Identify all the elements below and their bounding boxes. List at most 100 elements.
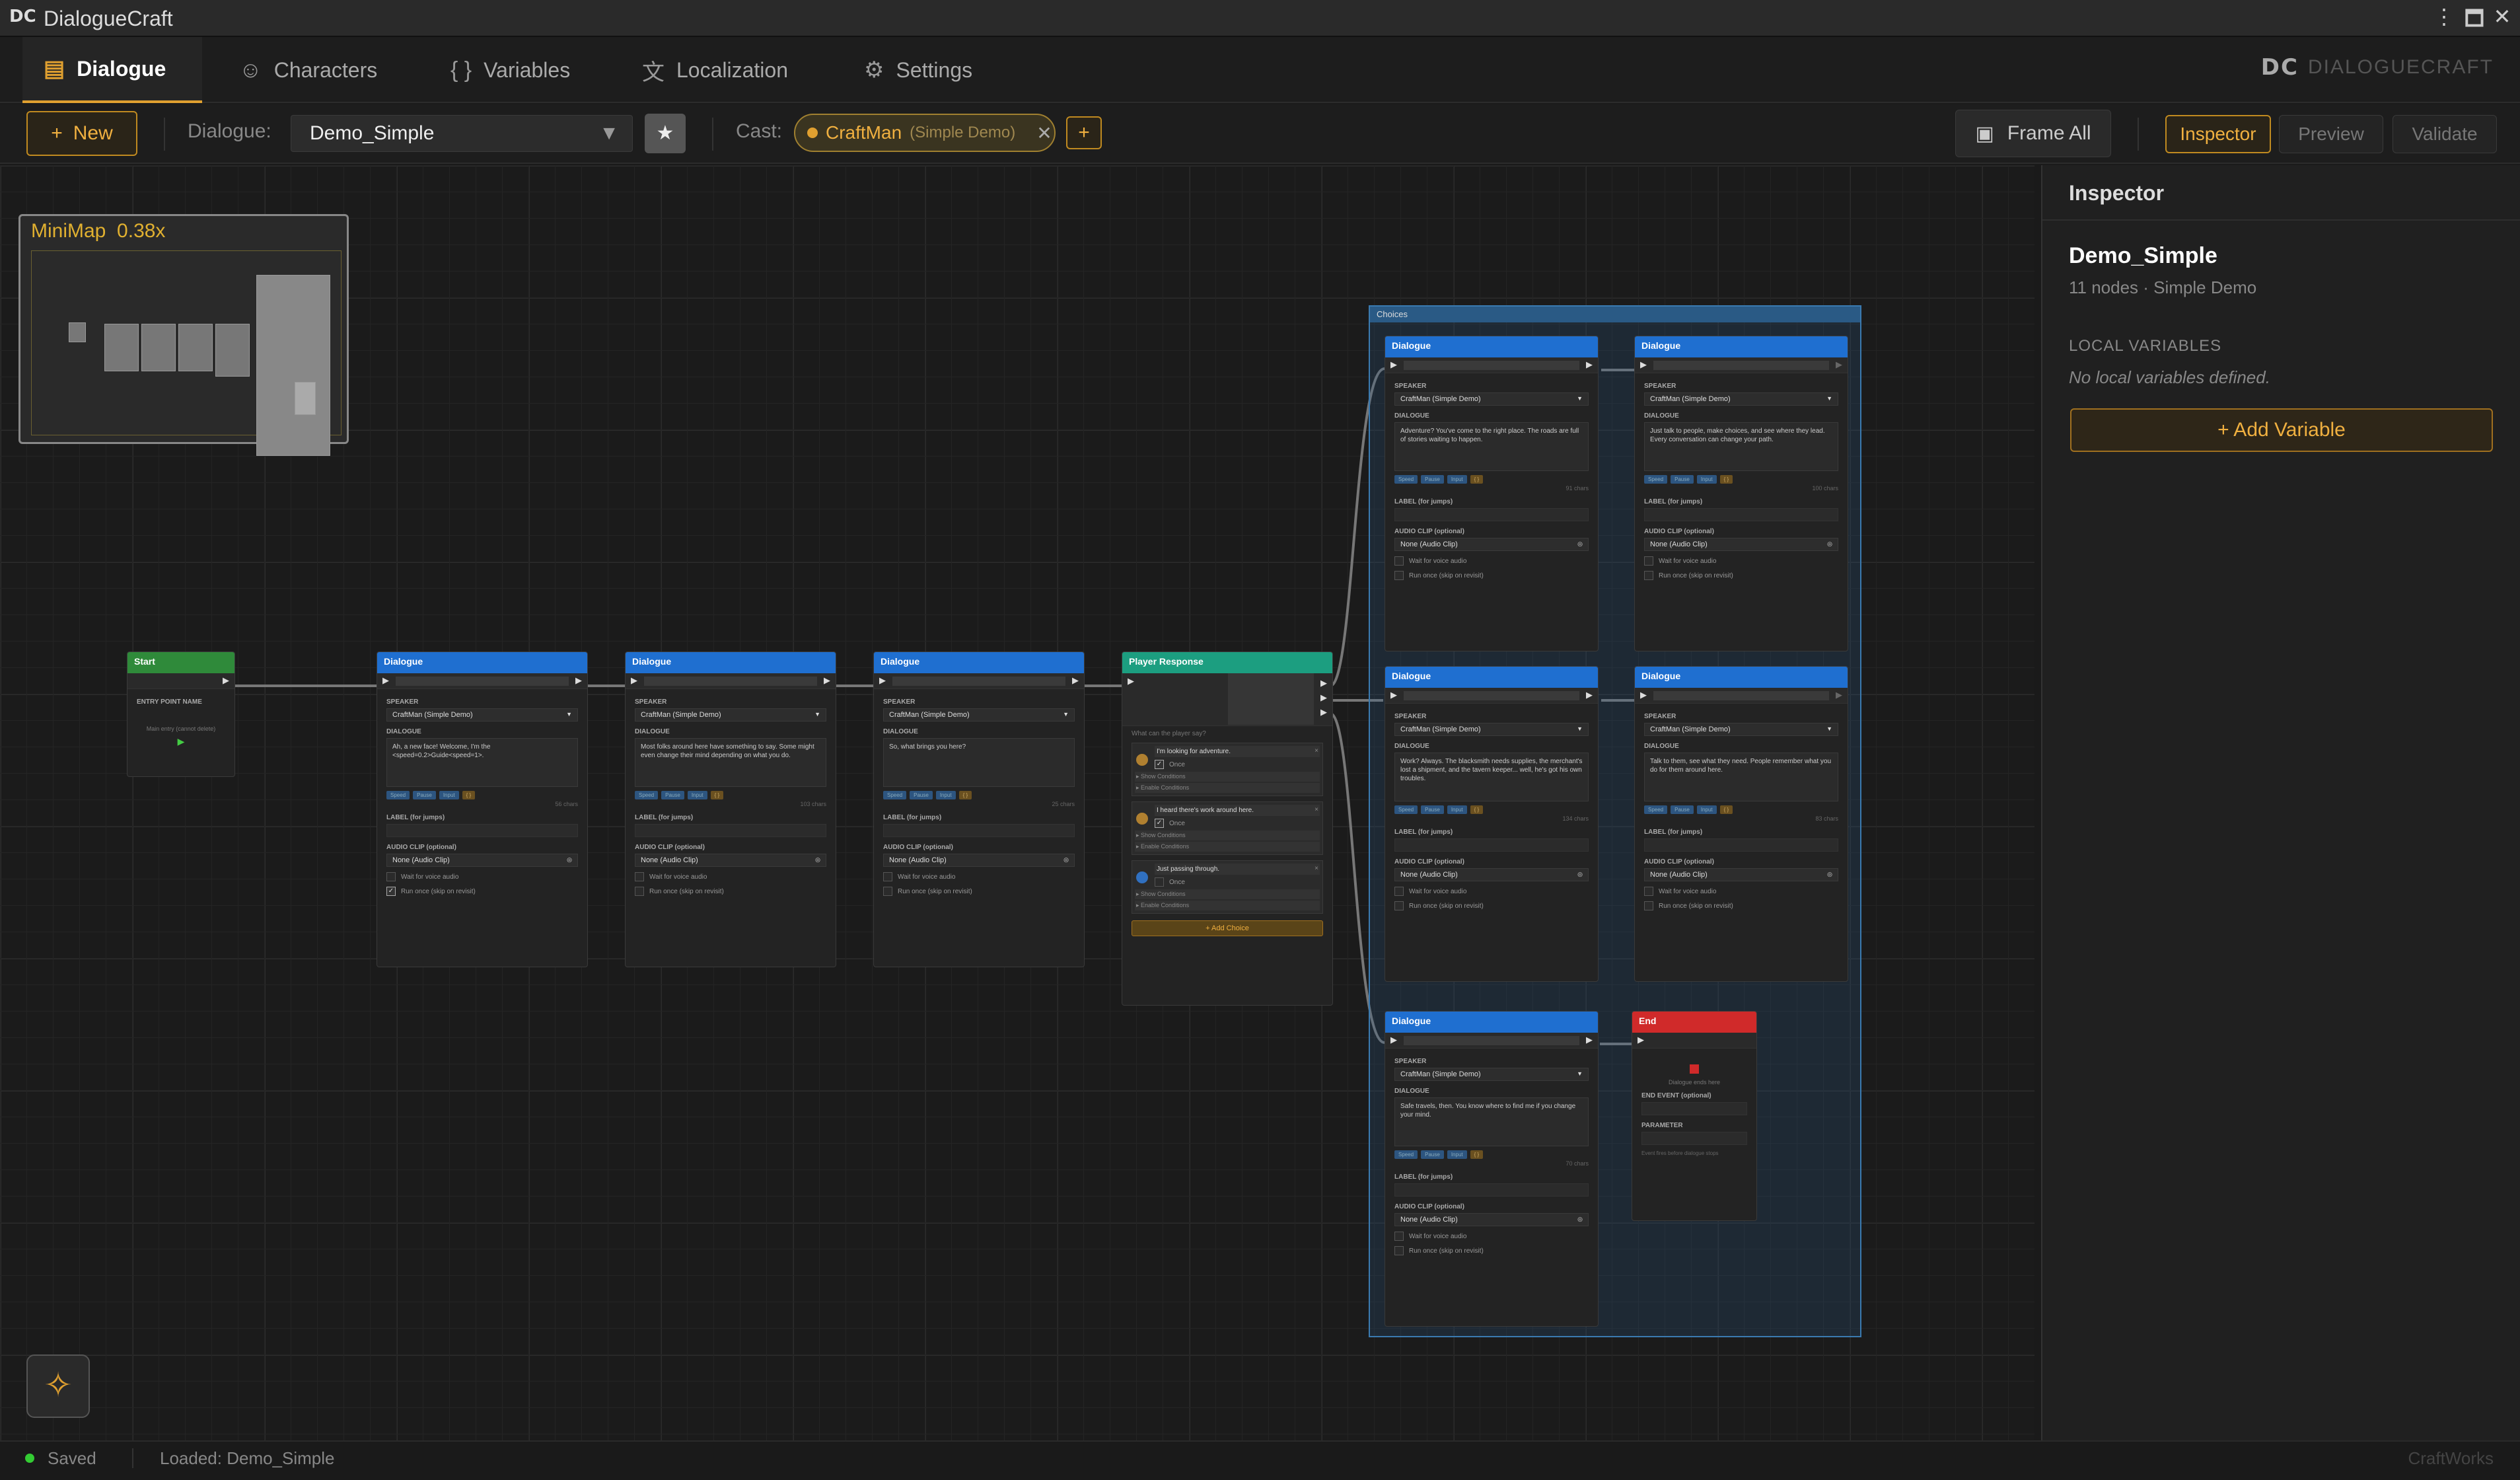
speed-tag[interactable]: Speed [883,791,907,799]
dialogue-node[interactable]: Dialogue ▶ ▶ SPEAKER CraftMan (Simple Dem… [1634,336,1848,651]
dialogue-text[interactable]: Talk to them, see what they need. People… [1644,753,1838,801]
speaker-select[interactable]: CraftMan (Simple Demo) ▼ [883,708,1075,722]
frame-all-button[interactable]: ▣ Frame All [1955,110,2111,157]
add-cast-button[interactable]: + [1066,116,1102,149]
checkbox-checked[interactable]: ✓ [1155,819,1164,828]
wait-row[interactable]: Wait for voice audio [1394,1232,1589,1241]
ai-assist-button[interactable]: ✧ [26,1354,90,1418]
checkbox[interactable] [386,872,396,881]
wait-row[interactable]: Wait for voice audio [386,872,578,881]
input-tag[interactable]: Input [1696,475,1717,484]
dialogue-node[interactable]: Dialogue ▶ ▶ SPEAKER CraftMan (Simple Dem… [625,651,836,967]
variable-tag[interactable]: { } [1470,805,1484,814]
audio-field[interactable]: None (Audio Clip) ◎ [1644,538,1838,551]
dialogue-text[interactable]: Just talk to people, make choices, and s… [1644,422,1838,471]
checkbox[interactable] [1644,571,1653,580]
wait-row[interactable]: Wait for voice audio [635,872,826,881]
end-event-input[interactable] [1641,1102,1747,1115]
port-row[interactable]: ▶ ▶ [377,673,587,689]
dialogue-select[interactable]: Demo_Simple ▼ [291,115,633,152]
port-row[interactable]: ▶ ▶ [1385,688,1598,704]
label-input[interactable] [1394,508,1589,521]
show-conditions[interactable]: ▸ Show Conditions [1135,831,1320,840]
checkbox[interactable] [635,887,644,896]
tab-characters[interactable]: ☺ Characters [218,37,398,103]
audio-field[interactable]: None (Audio Clip) ◎ [883,854,1075,867]
enable-conditions[interactable]: ▸ Enable Conditions [1135,842,1320,852]
parameter-input[interactable] [1641,1132,1747,1145]
start-node[interactable]: Start ▶ ENTRY POINT NAME Main entry (can… [127,651,235,777]
speed-tag[interactable]: Speed [635,791,659,799]
port-row[interactable]: ▶ ▶ [1385,1033,1598,1049]
pause-tag[interactable]: Pause [1421,805,1444,814]
speaker-select[interactable]: CraftMan (Simple Demo) ▼ [386,708,578,722]
close-icon[interactable]: × [1314,806,1318,813]
port-row[interactable]: ▶ ▶ [1635,357,1848,373]
wait-row[interactable]: Wait for voice audio [883,872,1075,881]
input-tag[interactable]: Input [1447,805,1467,814]
close-icon[interactable]: × [1314,865,1318,872]
pause-tag[interactable]: Pause [1421,1150,1444,1159]
checkbox[interactable] [1394,901,1404,910]
show-conditions[interactable]: ▸ Show Conditions [1135,889,1320,899]
checkbox[interactable] [1394,887,1404,896]
close-icon[interactable]: ✕ [2489,4,2515,29]
audio-field[interactable]: None (Audio Clip) ◎ [1394,538,1589,551]
audio-field[interactable]: None (Audio Clip) ◎ [1644,868,1838,881]
preview-toggle[interactable]: Preview [2279,115,2383,153]
remove-cast-icon[interactable]: ✕ [1036,122,1052,144]
graph-canvas[interactable]: MiniMap 0.38x Start ▶ ENTRY POINT NAME M… [0,165,2034,1440]
speaker-select[interactable]: CraftMan (Simple Demo) ▼ [1394,392,1589,406]
end-node[interactable]: End ▶ Dialogue ends here END EVENT (opti… [1632,1011,1757,1221]
speed-tag[interactable]: Speed [1394,1150,1418,1159]
tab-variables[interactable]: { } Variables [429,37,591,103]
close-icon[interactable]: × [1314,747,1318,755]
once-row[interactable]: Run once (skip on revisit) [635,887,826,896]
label-input[interactable] [1394,838,1589,852]
favorite-button[interactable]: ★ [645,114,686,153]
pause-tag[interactable]: Pause [1671,805,1694,814]
checkbox-checked[interactable]: ✓ [386,887,396,896]
variable-tag[interactable]: { } [710,791,724,799]
pause-tag[interactable]: Pause [1671,475,1694,484]
checkbox[interactable] [1644,901,1653,910]
pause-tag[interactable]: Pause [413,791,436,799]
variable-tag[interactable]: { } [1470,475,1484,484]
checkbox[interactable] [1155,877,1164,887]
dialogue-node[interactable]: Dialogue ▶ ▶ SPEAKER CraftMan (Simple Dem… [1634,666,1848,982]
label-input[interactable] [883,824,1075,837]
audio-field[interactable]: None (Audio Clip) ◎ [1394,1213,1589,1226]
checkbox[interactable] [1394,1246,1404,1255]
choice-item[interactable]: Just passing through. Once ▸ Show Condit… [1132,860,1323,914]
dialogue-node[interactable]: Dialogue ▶ ▶ SPEAKER CraftMan (Simple Dem… [1385,1011,1599,1327]
input-tag[interactable]: Input [935,791,956,799]
pause-tag[interactable]: Pause [910,791,933,799]
enable-conditions[interactable]: ▸ Enable Conditions [1135,901,1320,910]
add-choice-button[interactable]: + Add Choice [1132,920,1323,936]
input-tag[interactable]: Input [1447,475,1467,484]
once-row[interactable]: Run once (skip on revisit) [1394,571,1589,580]
minimap-viewport[interactable] [31,250,342,456]
tab-dialogue[interactable]: ▤ Dialogue [22,37,202,103]
dialogue-text[interactable]: Ah, a new face! Welcome, I'm the <speed=… [386,738,578,787]
wait-row[interactable]: Wait for voice audio [1394,556,1589,566]
more-icon[interactable]: ⋮ [2431,4,2457,29]
validate-toggle[interactable]: Validate [2393,115,2497,153]
tab-settings[interactable]: ⚙ Settings [843,37,993,103]
checkbox[interactable] [883,887,892,896]
tab-localization[interactable]: 文 Localization [621,37,809,103]
checkbox[interactable] [1644,556,1653,566]
port-row[interactable]: ▶ ▶ [1385,357,1598,373]
enable-conditions[interactable]: ▸ Enable Conditions [1135,783,1320,793]
port-block[interactable]: ▶ ▶ ▶ ▶ [1122,673,1332,726]
checkbox[interactable] [883,872,892,881]
checkbox[interactable] [635,872,644,881]
label-input[interactable] [1644,838,1838,852]
once-row[interactable]: Run once (skip on revisit) [1394,1246,1589,1255]
speed-tag[interactable]: Speed [386,791,410,799]
dialogue-text[interactable]: So, what brings you here? [883,738,1075,787]
port-row[interactable]: ▶ ▶ [1635,688,1848,704]
variable-tag[interactable]: { } [1470,1150,1484,1159]
speed-tag[interactable]: Speed [1394,475,1418,484]
choice-text[interactable]: Just passing through. [1155,864,1320,875]
